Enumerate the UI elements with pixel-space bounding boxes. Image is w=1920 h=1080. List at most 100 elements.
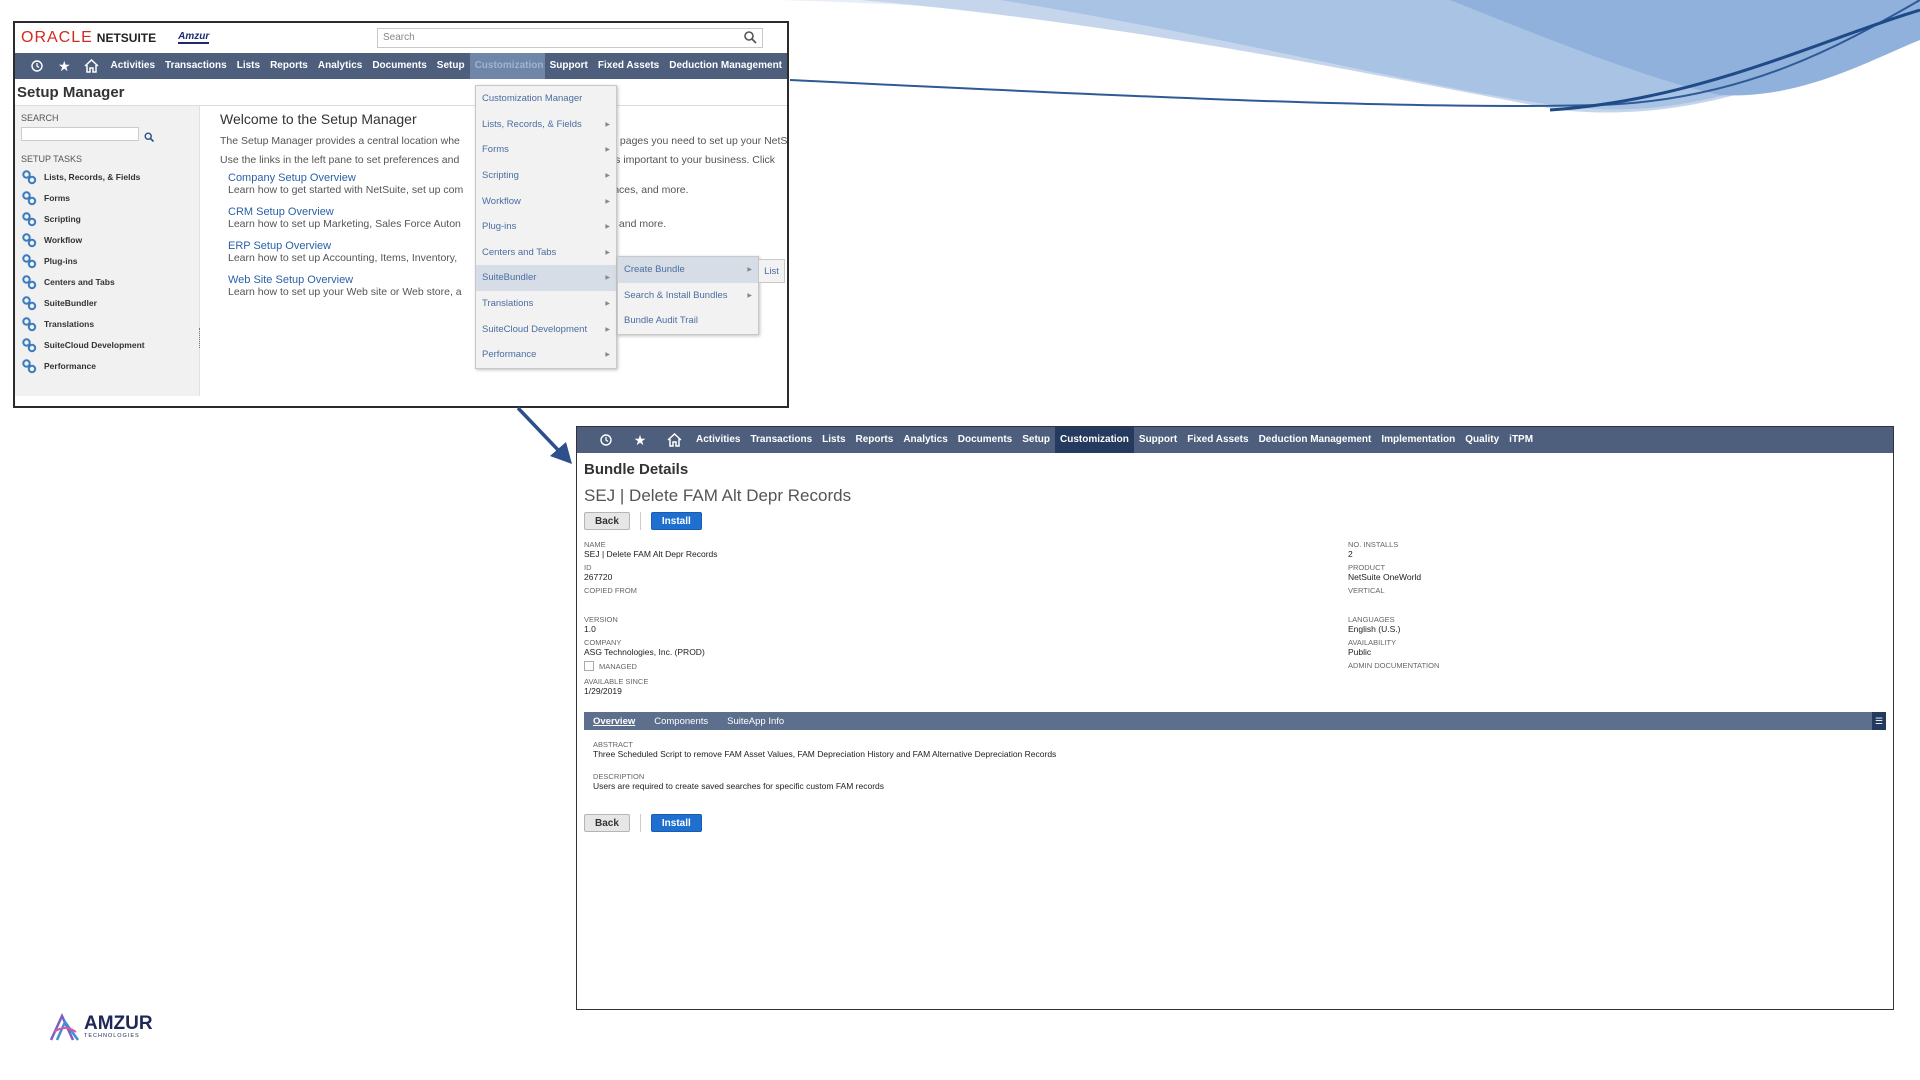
setup-task-item[interactable]: Centers and Tabs	[21, 271, 193, 292]
menu-item-label: Centers and Tabs	[482, 246, 557, 258]
field-value: Public	[1348, 647, 1372, 657]
menu-item-create-bundle[interactable]: Create Bundle ▶	[618, 257, 758, 283]
menu-item-forms[interactable]: Forms ▶	[476, 137, 616, 163]
tab-overview[interactable]: Overview	[593, 716, 635, 727]
field-label: AVAILABILITY	[1348, 638, 1397, 647]
search-icon[interactable]	[144, 132, 154, 142]
setup-task-label: Forms	[44, 192, 70, 203]
home-icon[interactable]	[657, 427, 691, 453]
nav-setup[interactable]: Setup	[432, 53, 470, 79]
nav-documents[interactable]: Documents	[953, 427, 1017, 453]
search-icon[interactable]	[743, 30, 757, 44]
gears-icon	[22, 169, 37, 184]
bundle-name-heading: SEJ | Delete FAM Alt Depr Records	[584, 486, 852, 505]
left-search-input[interactable]	[21, 127, 139, 141]
menu-item-customization-manager[interactable]: Customization Manager	[476, 86, 616, 112]
checkbox-box[interactable]	[584, 661, 594, 671]
home-icon[interactable]	[78, 53, 106, 79]
intro-text: The Setup Manager provides a central loc…	[220, 135, 460, 147]
nav-reports[interactable]: Reports	[851, 427, 899, 453]
subtab-menu-icon[interactable]: ☰	[1872, 712, 1886, 730]
menu-item-list[interactable]: List	[758, 259, 785, 283]
submenu-arrow-icon: ▶	[605, 275, 610, 282]
menu-item-performance[interactable]: Performance ▶	[476, 342, 616, 368]
menu-item-plug-ins[interactable]: Plug-ins ▶	[476, 214, 616, 240]
subtab-bar: Overview Components SuiteApp Info ☰	[584, 712, 1886, 730]
setup-task-label: SuiteBundler	[44, 297, 97, 308]
setup-task-item[interactable]: SuiteCloud Development	[21, 334, 193, 355]
nav-support[interactable]: Support	[1134, 427, 1182, 453]
shortcuts-star-icon[interactable]: ★	[51, 53, 79, 79]
install-button[interactable]: Install	[650, 512, 702, 530]
install-button[interactable]: Install	[650, 814, 702, 832]
nav-transactions[interactable]: Transactions	[745, 427, 817, 453]
menu-item-lists-records-fields[interactable]: Lists, Records, & Fields ▶	[476, 112, 616, 138]
section-desc-tail: and more.	[618, 218, 667, 230]
shortcuts-star-icon[interactable]: ★	[623, 427, 657, 453]
back-button[interactable]: Back	[584, 814, 630, 832]
nav-fixed-assets[interactable]: Fixed Assets	[1182, 427, 1253, 453]
nav-quality[interactable]: Quality	[1460, 427, 1504, 453]
menu-item-label: Performance	[482, 349, 537, 361]
nav-customization[interactable]: Customization	[1055, 427, 1134, 453]
submenu-arrow-icon: ▶	[605, 301, 610, 308]
setup-task-item[interactable]: Performance	[21, 355, 193, 376]
menu-item-label: Forms	[482, 144, 509, 156]
setup-task-item[interactable]: Workflow	[21, 229, 193, 250]
menu-item-label: Create Bundle	[624, 264, 685, 276]
field-label: COMPANY	[584, 638, 622, 647]
customization-dropdown-menu: Customization Manager Lists, Records, & …	[475, 85, 617, 369]
nav-deduction-management[interactable]: Deduction Management	[664, 53, 787, 79]
menu-item-suitebundler[interactable]: SuiteBundler ▶	[476, 265, 616, 291]
setup-task-item[interactable]: Plug-ins	[21, 250, 193, 271]
tab-suiteapp-info[interactable]: SuiteApp Info	[727, 716, 784, 727]
managed-checkbox[interactable]: MANAGED	[584, 661, 718, 671]
menu-item-search-install-bundles[interactable]: Search & Install Bundles ▶	[618, 283, 758, 309]
logo-subtitle: TECHNOLOGIES	[84, 1033, 140, 1040]
submenu-arrow-icon: ▶	[605, 224, 610, 231]
nav-lists[interactable]: Lists	[232, 53, 265, 79]
nav-activities[interactable]: Activities	[106, 53, 160, 79]
nav-setup[interactable]: Setup	[1017, 427, 1055, 453]
global-search-input[interactable]: Search	[377, 28, 763, 48]
menu-item-bundle-audit-trail[interactable]: Bundle Audit Trail	[618, 308, 758, 334]
recent-records-icon[interactable]	[589, 427, 623, 453]
nav-itpm[interactable]: iTPM	[1504, 427, 1538, 453]
page-title: Bundle Details	[584, 461, 689, 478]
gears-icon	[22, 316, 37, 331]
menu-item-label: SuiteBundler	[482, 272, 537, 284]
setup-task-item[interactable]: Translations	[21, 313, 193, 334]
amzur-technologies-logo: AMZUR TECHNOLOGIES	[48, 1009, 160, 1045]
nav-implementation[interactable]: Implementation	[1376, 427, 1460, 453]
setup-task-item[interactable]: Lists, Records, & Fields	[21, 166, 193, 187]
setup-task-label: Performance	[44, 360, 96, 371]
menu-item-translations[interactable]: Translations ▶	[476, 291, 616, 317]
nav-support[interactable]: Support	[545, 53, 593, 79]
setup-task-item[interactable]: Scripting	[21, 208, 193, 229]
menu-item-centers-tabs[interactable]: Centers and Tabs ▶	[476, 240, 616, 266]
menu-item-suitecloud-development[interactable]: SuiteCloud Development ▶	[476, 316, 616, 342]
netsuite-logo-text: NETSUITE	[96, 31, 157, 45]
setup-task-item[interactable]: SuiteBundler	[21, 292, 193, 313]
setup-task-label: Translations	[44, 318, 95, 329]
tab-components[interactable]: Components	[654, 716, 708, 727]
nav-analytics[interactable]: Analytics	[898, 427, 952, 453]
nav-analytics[interactable]: Analytics	[313, 53, 367, 79]
back-button[interactable]: Back	[584, 512, 630, 530]
menu-item-workflow[interactable]: Workflow ▶	[476, 188, 616, 214]
nav-lists[interactable]: Lists	[817, 427, 850, 453]
nav-reports[interactable]: Reports	[265, 53, 313, 79]
nav-documents[interactable]: Documents	[367, 53, 431, 79]
recent-records-icon[interactable]	[23, 53, 51, 79]
nav-deduction-management[interactable]: Deduction Management	[1254, 427, 1377, 453]
nav-activities[interactable]: Activities	[691, 427, 745, 453]
menu-item-scripting[interactable]: Scripting ▶	[476, 163, 616, 189]
nav-fixed-assets[interactable]: Fixed Assets	[593, 53, 664, 79]
nav-customization[interactable]: Customization	[469, 53, 545, 79]
nav-transactions[interactable]: Transactions	[160, 53, 232, 79]
setup-task-label: Workflow	[44, 234, 83, 245]
submenu-arrow-icon: ▶	[605, 147, 610, 154]
field-label: NAME	[584, 540, 606, 549]
setup-task-item[interactable]: Forms	[21, 187, 193, 208]
oracle-netsuite-logo[interactable]: ORACLE NETSUITE	[21, 29, 156, 47]
